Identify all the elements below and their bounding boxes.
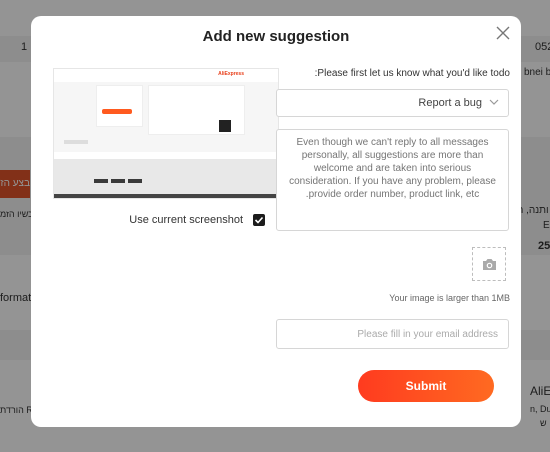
- suggestion-modal: Add new suggestion AliExpress Use curren…: [31, 16, 521, 427]
- thumb-brand: AliExpress: [218, 71, 244, 77]
- image-size-note: Your image is larger than 1MB: [389, 293, 510, 303]
- image-upload-button[interactable]: [472, 247, 506, 281]
- use-screenshot-label: Use current screenshot: [129, 214, 243, 226]
- camera-icon: [483, 259, 496, 270]
- modal-title: Add new suggestion: [202, 28, 350, 45]
- screenshot-preview: AliExpress: [53, 68, 279, 199]
- message-textarea[interactable]: [276, 129, 509, 231]
- check-icon: [254, 216, 264, 224]
- close-icon[interactable]: [495, 25, 511, 41]
- chevron-down-icon: [489, 99, 499, 105]
- email-field[interactable]: [276, 319, 509, 349]
- category-select[interactable]: Report a bug: [276, 89, 509, 117]
- submit-button[interactable]: Submit: [358, 370, 494, 402]
- use-screenshot-row[interactable]: Use current screenshot: [53, 213, 265, 229]
- category-select-value: Report a bug: [418, 97, 482, 109]
- form-prompt: Please first let us know what you'd like…: [314, 68, 510, 79]
- use-screenshot-checkbox[interactable]: [253, 214, 265, 226]
